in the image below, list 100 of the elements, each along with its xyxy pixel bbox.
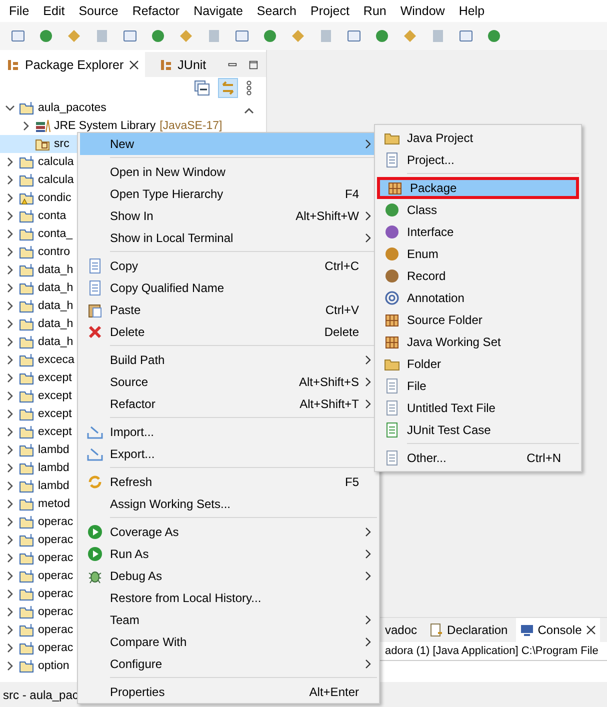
- menu-item[interactable]: File: [2, 4, 36, 18]
- tree-item[interactable]: operac: [38, 516, 74, 528]
- tree-item[interactable]: JRE System Library: [54, 120, 156, 132]
- close-icon[interactable]: [586, 625, 596, 635]
- menu-item[interactable]: Search: [250, 4, 304, 18]
- view-tab[interactable]: Declaration: [425, 618, 512, 642]
- menu-item[interactable]: Package: [377, 177, 579, 199]
- menu-item[interactable]: Record: [377, 265, 579, 287]
- source-folder-icon: [384, 312, 400, 328]
- tree-item[interactable]: aula_pacotes: [38, 102, 106, 114]
- tree-item[interactable]: exceca: [38, 354, 74, 366]
- menu-item[interactable]: Coverage As: [80, 521, 377, 543]
- tree-item[interactable]: data_h: [38, 300, 74, 312]
- tree-item[interactable]: data_h: [38, 264, 74, 276]
- menu-item[interactable]: New: [80, 133, 377, 155]
- menu-item[interactable]: Java Working Set: [377, 331, 579, 353]
- view-tab[interactable]: JUnit: [152, 52, 212, 77]
- menu-item[interactable]: Folder: [377, 353, 579, 375]
- tree-item[interactable]: data_h: [38, 336, 74, 348]
- tree-item[interactable]: operac: [38, 588, 74, 600]
- menu-item[interactable]: Show In Alt+Shift+W: [80, 205, 377, 227]
- menu-item[interactable]: Help: [452, 4, 492, 18]
- menu-item[interactable]: Copy Qualified Name: [80, 277, 377, 299]
- tree-item[interactable]: except: [38, 426, 72, 438]
- tree-item[interactable]: lambd: [38, 444, 70, 456]
- menu-item[interactable]: Class: [377, 199, 579, 221]
- menu-item[interactable]: Open Type Hierarchy F4: [80, 183, 377, 205]
- shortcut-text: Alt+Shift+W: [296, 209, 359, 223]
- menu-item[interactable]: Window: [393, 4, 452, 18]
- tree-item[interactable]: metod: [38, 498, 70, 510]
- delete-icon: [87, 324, 103, 340]
- tree-item[interactable]: except: [38, 408, 72, 420]
- menu-item[interactable]: Paste Ctrl+V: [80, 299, 377, 321]
- menu-item[interactable]: Build Path: [80, 349, 377, 371]
- tree-item[interactable]: operac: [38, 642, 74, 654]
- record-icon: [384, 268, 400, 284]
- menu-item[interactable]: Source: [72, 4, 126, 18]
- expand-icon[interactable]: [5, 103, 15, 113]
- tree-item[interactable]: condic: [38, 192, 72, 204]
- view-tab[interactable]: Console: [516, 618, 600, 642]
- menu-item[interactable]: Run As: [80, 543, 377, 565]
- menu-item[interactable]: Assign Working Sets...: [80, 493, 377, 515]
- menu-item[interactable]: Restore from Local History...: [80, 587, 377, 609]
- tree-item-suffix: [JavaSE-17]: [160, 120, 222, 132]
- menu-item[interactable]: Export...: [80, 443, 377, 465]
- tree-item[interactable]: contro: [38, 246, 70, 258]
- tree-item[interactable]: calcula: [38, 156, 74, 168]
- tree-item[interactable]: lambd: [38, 462, 70, 474]
- menu-item[interactable]: Source Folder: [377, 309, 579, 331]
- tree-item[interactable]: conta: [38, 210, 66, 222]
- view-menu-icon[interactable]: [246, 80, 252, 96]
- menu-item[interactable]: File: [377, 375, 579, 397]
- menu-item[interactable]: Source Alt+Shift+S: [80, 371, 377, 393]
- tree-item[interactable]: operac: [38, 570, 74, 582]
- project-icon: [384, 152, 400, 168]
- menu-item[interactable]: Edit: [36, 4, 72, 18]
- menu-item[interactable]: Java Project: [377, 127, 579, 149]
- tree-item[interactable]: except: [38, 390, 72, 402]
- scroll-up-icon[interactable]: [244, 107, 254, 115]
- tree-item[interactable]: lambd: [38, 480, 70, 492]
- tree-item[interactable]: data_h: [38, 318, 74, 330]
- view-tab[interactable]: vadoc: [381, 618, 422, 642]
- menu-item[interactable]: JUnit Test Case: [377, 419, 579, 441]
- menu-item[interactable]: Interface: [377, 221, 579, 243]
- tree-item[interactable]: operac: [38, 534, 74, 546]
- view-tab[interactable]: Package Explorer: [0, 52, 145, 77]
- menu-item[interactable]: Refactor: [125, 4, 187, 18]
- shortcut-text: Delete: [324, 325, 359, 339]
- tree-item[interactable]: except: [38, 372, 72, 384]
- expand-icon[interactable]: [21, 121, 31, 131]
- interface-icon: [384, 224, 400, 240]
- menu-item[interactable]: Refactor Alt+Shift+T: [80, 393, 377, 415]
- maximize-icon[interactable]: [249, 58, 258, 70]
- menu-item[interactable]: Import...: [80, 421, 377, 443]
- tree-item[interactable]: data_h: [38, 282, 74, 294]
- tree-item[interactable]: operac: [38, 606, 74, 618]
- menu-item[interactable]: Enum: [377, 243, 579, 265]
- menu-item[interactable]: Properties Alt+Enter: [80, 681, 377, 703]
- menu-item[interactable]: Show in Local Terminal: [80, 227, 377, 249]
- tree-item[interactable]: operac: [38, 552, 74, 564]
- menu-item[interactable]: Open in New Window: [80, 161, 377, 183]
- menu-item[interactable]: Run: [356, 4, 394, 18]
- menu-item[interactable]: Delete Delete: [80, 321, 377, 343]
- close-icon[interactable]: [128, 60, 139, 70]
- tree-item[interactable]: calcula: [38, 174, 74, 186]
- menu-item[interactable]: Project...: [377, 149, 579, 171]
- menu-item[interactable]: Untitled Text File: [377, 397, 579, 419]
- menu-item[interactable]: Refresh F5: [80, 471, 377, 493]
- collapse-all-icon[interactable]: [194, 80, 210, 96]
- tree-item[interactable]: option: [38, 660, 70, 672]
- tree-item[interactable]: operac: [38, 624, 74, 636]
- menu-item[interactable]: Copy Ctrl+C: [80, 255, 377, 277]
- library-icon: [35, 119, 51, 133]
- menu-item[interactable]: Other... Ctrl+N: [377, 447, 579, 469]
- menu-item[interactable]: Team: [80, 609, 377, 631]
- menu-item[interactable]: Navigate: [186, 4, 250, 18]
- menu-item[interactable]: Project: [304, 4, 356, 18]
- tree-item[interactable]: conta_: [38, 228, 73, 240]
- menu-item[interactable]: Annotation: [377, 287, 579, 309]
- menu-item[interactable]: Debug As: [80, 565, 377, 587]
